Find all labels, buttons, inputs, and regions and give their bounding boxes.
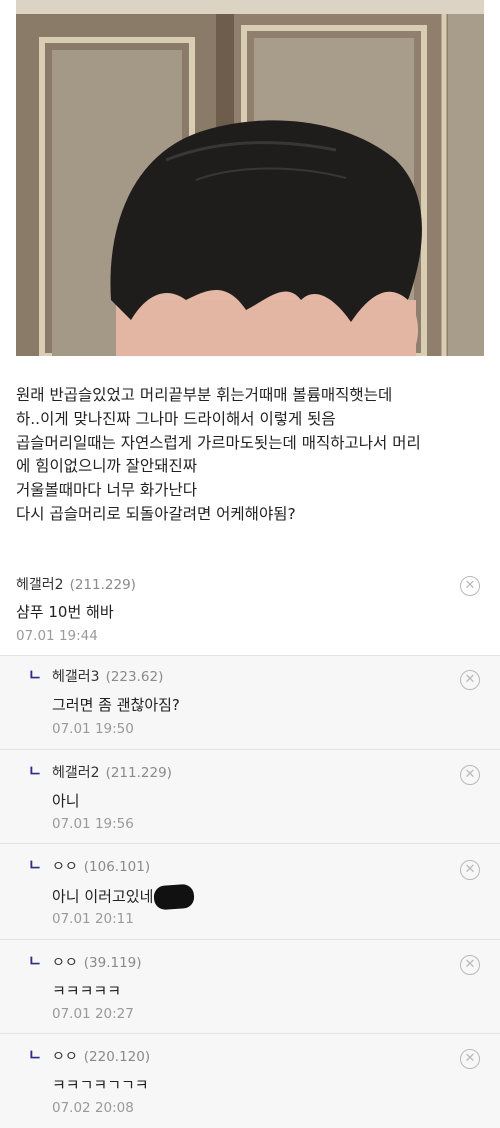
comment-text: 아니 (52, 792, 80, 810)
post-line: 원래 반곱슬있었고 머리끝부분 휘는거때매 볼륨매직햇는데 (16, 386, 393, 404)
post-line: 다시 곱슬머리로 되돌아갈려면 어케해야됨? (16, 504, 296, 523)
comment-header: 헤갤러2 (211.229) (16, 574, 136, 594)
comment-time: 07.01 20:11 (52, 911, 134, 927)
comment-ip: (39.119) (83, 955, 142, 971)
comment-header: 헤갤러2 (211.229) (52, 762, 172, 782)
close-circle-icon[interactable]: ✕ (460, 1049, 480, 1069)
close-circle-icon[interactable]: ✕ (460, 576, 480, 596)
comment-ip: (211.229) (69, 577, 136, 593)
comment-text: ㅋㅋㅋㅋㅋ (52, 982, 122, 1000)
comment-text: 아니 이러고있네 (52, 887, 154, 906)
close-circle-icon[interactable]: ✕ (460, 860, 480, 880)
comment-item: 헤갤러2 (211.229) 샴푸 10번 해바 07.01 19:44 ✕ (0, 566, 500, 656)
close-circle-icon[interactable]: ✕ (460, 765, 480, 785)
reply-arrow-icon: ㄴ (28, 666, 42, 684)
post-body: 원래 반곱슬있었고 머리끝부분 휘는거때매 볼륨매직햇는데 하..이게 맞나진짜… (16, 384, 486, 527)
comment-text: ㅋㅋㄱㅋㄱㄱㅋ (52, 1076, 149, 1094)
comment-time: 07.01 20:27 (52, 1006, 134, 1022)
comment-header: ㅇㅇ (106.101) (52, 856, 150, 876)
close-circle-icon[interactable]: ✕ (460, 670, 480, 690)
comment-reply-item: ㄴ ㅇㅇ (106.101) 아니 이러고있네 07.01 20:11 ✕ (0, 844, 500, 940)
comment-text: 그러면 좀 괜찮아짐? (52, 696, 180, 714)
comment-ip: (106.101) (83, 859, 151, 875)
comment-reply-item: ㄴ 헤갤러3 (223.62) 그러면 좀 괜찮아짐? 07.01 19:50 ✕ (0, 656, 500, 750)
comment-time: 07.01 19:44 (16, 628, 98, 644)
comment-author[interactable]: 헤갤러3 (52, 669, 100, 685)
comment-header: ㅇㅇ (220.120) (52, 1046, 150, 1066)
post-line: 하..이게 맞나진짜 그나마 드라이해서 이렇게 됫음 (16, 409, 336, 428)
reply-arrow-icon: ㄴ (28, 856, 42, 874)
censor-scribble (153, 883, 196, 911)
comment-author[interactable]: ㅇㅇ (52, 1049, 78, 1065)
comment-author[interactable]: ㅇㅇ (52, 859, 78, 875)
post-line: 곱슬머리일때는 자연스럽게 가르마도됫는데 매직하고나서 머리 (16, 433, 421, 452)
comment-author[interactable]: 헤갤러2 (52, 765, 100, 781)
comment-time: 07.01 19:56 (52, 816, 134, 832)
comment-header: 헤갤러3 (223.62) (52, 666, 163, 686)
reply-arrow-icon: ㄴ (28, 1046, 42, 1064)
comment-text-row: 아니 이러고있네 (52, 883, 196, 911)
reply-arrow-icon: ㄴ (28, 762, 42, 780)
close-circle-icon[interactable]: ✕ (460, 955, 480, 975)
post-line: 거울볼때마다 너무 화가난다 (16, 481, 197, 500)
comment-header: ㅇㅇ (39.119) (52, 952, 142, 972)
comment-reply-item: ㄴ ㅇㅇ (39.119) ㅋㅋㅋㅋㅋ 07.01 20:27 ✕ (0, 940, 500, 1034)
comment-ip: (211.229) (105, 765, 172, 781)
comment-text: 샴푸 10번 해바 (16, 603, 114, 621)
comment-reply-item: ㄴ 헤갤러2 (211.229) 아니 07.01 19:56 ✕ (0, 750, 500, 844)
reply-arrow-icon: ㄴ (28, 952, 42, 970)
comment-author[interactable]: ㅇㅇ (52, 955, 78, 971)
comment-reply-item: ㄴ ㅇㅇ (220.120) ㅋㅋㄱㅋㄱㄱㅋ 07.02 20:08 ✕ (0, 1034, 500, 1128)
comment-ip: (220.120) (83, 1049, 151, 1065)
comment-author[interactable]: 헤갤러2 (16, 577, 64, 593)
post-photo (16, 0, 484, 356)
comment-ip: (223.62) (105, 669, 164, 685)
comment-time: 07.02 20:08 (52, 1100, 134, 1116)
comment-time: 07.01 19:50 (52, 721, 134, 737)
post-line: 에 힘이없으니까 잘안돼진짜 (16, 457, 197, 476)
